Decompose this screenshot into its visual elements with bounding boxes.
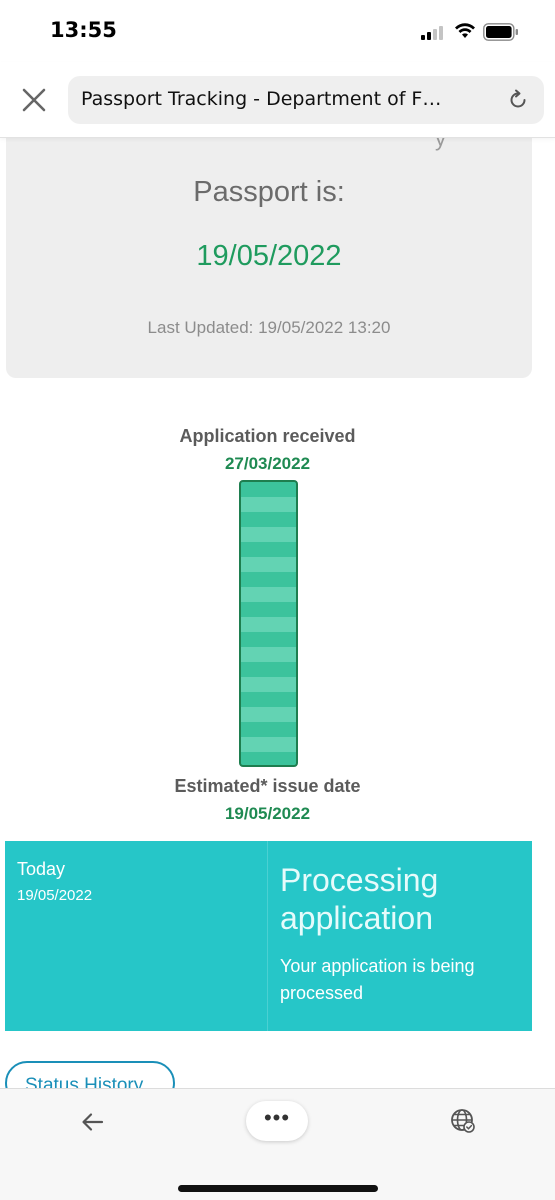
- status-history-label: Status History: [25, 1075, 144, 1088]
- status-title: Processing application: [280, 862, 439, 936]
- passport-status-label: Passport is:: [193, 176, 345, 208]
- browser-toolbar: •••: [0, 1088, 555, 1200]
- application-received-label: Application received: [179, 426, 356, 446]
- today-status-panel: Today 19/05/2022 Processing application …: [5, 841, 532, 1031]
- reload-icon[interactable]: [506, 88, 530, 112]
- wifi-icon: [455, 23, 475, 38]
- status-history-button[interactable]: Status History: [5, 1061, 175, 1088]
- more-dots-icon: •••: [263, 1105, 291, 1130]
- globe-icon[interactable]: [449, 1107, 477, 1135]
- cellular-signal-icon: [421, 26, 445, 40]
- estimated-issue-date: 19/05/2022: [224, 804, 311, 823]
- status-bar: 13:55: [0, 0, 555, 62]
- today-label: Today: [17, 859, 66, 879]
- last-updated-text: Last Updated: 19/05/2022 13:20: [147, 318, 391, 337]
- estimated-issue-label: Estimated* issue date: [174, 776, 361, 796]
- passport-status-date: 19/05/2022: [196, 240, 342, 272]
- status-description: Your application is being processed: [280, 956, 475, 1003]
- back-arrow-icon[interactable]: [80, 1109, 106, 1135]
- progress-bar: [239, 480, 298, 767]
- status-time: 13:55: [50, 18, 117, 42]
- battery-icon: [483, 23, 518, 41]
- today-column: Today 19/05/2022: [5, 841, 268, 1031]
- cut-off-text: y: [435, 138, 446, 151]
- more-options-button[interactable]: •••: [246, 1101, 308, 1141]
- close-icon[interactable]: [18, 84, 50, 116]
- browser-header: Passport Tracking - Department of F…: [0, 62, 555, 138]
- page-content: y Passport is: 19/05/2022 Last Updated: …: [0, 138, 555, 1088]
- application-received-date: 27/03/2022: [224, 454, 311, 473]
- page-title: Passport Tracking - Department of F…: [81, 88, 442, 110]
- address-bar[interactable]: Passport Tracking - Department of F…: [68, 76, 544, 124]
- home-indicator: [178, 1185, 378, 1192]
- passport-status-card: y Passport is: 19/05/2022 Last Updated: …: [6, 138, 532, 378]
- today-date: 19/05/2022: [17, 887, 93, 904]
